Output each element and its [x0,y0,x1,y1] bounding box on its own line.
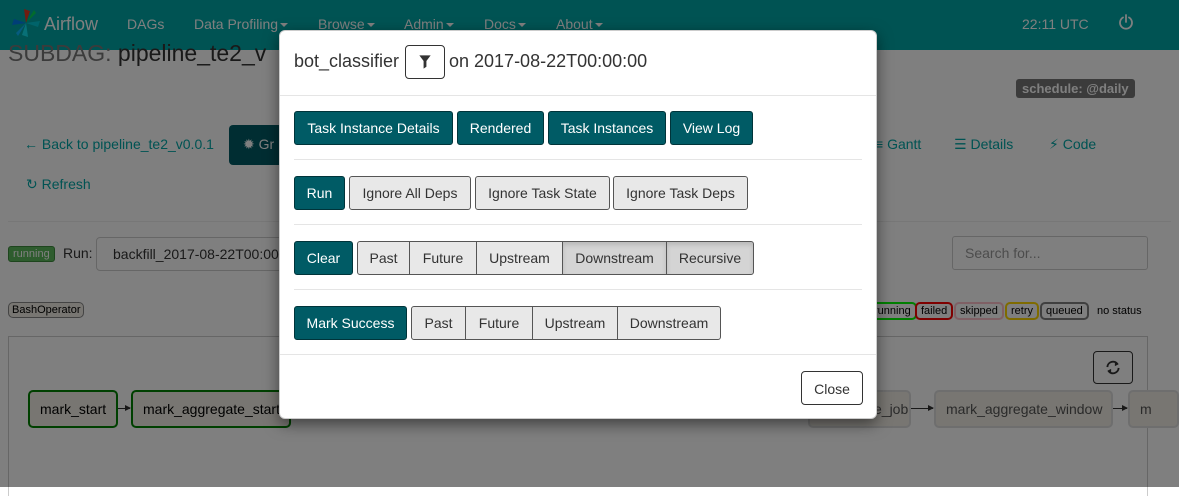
modal-divider [294,224,862,225]
clear-button[interactable]: Clear [294,241,353,275]
filter-icon [419,55,431,69]
clear-upstream-toggle[interactable]: Upstream [476,241,563,275]
run-button[interactable]: Run [294,176,345,210]
mark-past-toggle[interactable]: Past [411,306,466,340]
modal-header-divider [280,95,876,96]
modal-divider [294,289,862,290]
rendered-button[interactable]: Rendered [457,111,544,145]
modal-execution-date: on 2017-08-22T00:00:00 [449,51,648,71]
filter-upstream-button[interactable] [405,45,445,79]
clear-future-toggle[interactable]: Future [409,241,477,275]
ignore-all-deps-toggle[interactable]: Ignore All Deps [349,176,471,210]
mark-downstream-toggle[interactable]: Downstream [617,306,721,340]
ignore-task-deps-toggle[interactable]: Ignore Task Deps [613,176,748,210]
view-log-button[interactable]: View Log [670,111,753,145]
mark-upstream-toggle[interactable]: Upstream [532,306,618,340]
close-button[interactable]: Close [801,371,863,405]
modal-divider [294,159,862,160]
clear-past-toggle[interactable]: Past [357,241,410,275]
mark-future-toggle[interactable]: Future [465,306,533,340]
task-instance-details-button[interactable]: Task Instance Details [294,111,453,145]
modal-task-name: bot_classifier [294,51,400,71]
task-instance-modal: bot_classifier on 2017-08-22T00:00:00 Ta… [279,30,877,419]
clear-downstream-toggle[interactable]: Downstream [562,241,667,275]
mark-success-button[interactable]: Mark Success [294,306,407,340]
ignore-task-state-toggle[interactable]: Ignore Task State [475,176,610,210]
clear-recursive-toggle[interactable]: Recursive [666,241,754,275]
task-instances-button[interactable]: Task Instances [548,111,666,145]
modal-footer-divider [280,354,876,355]
